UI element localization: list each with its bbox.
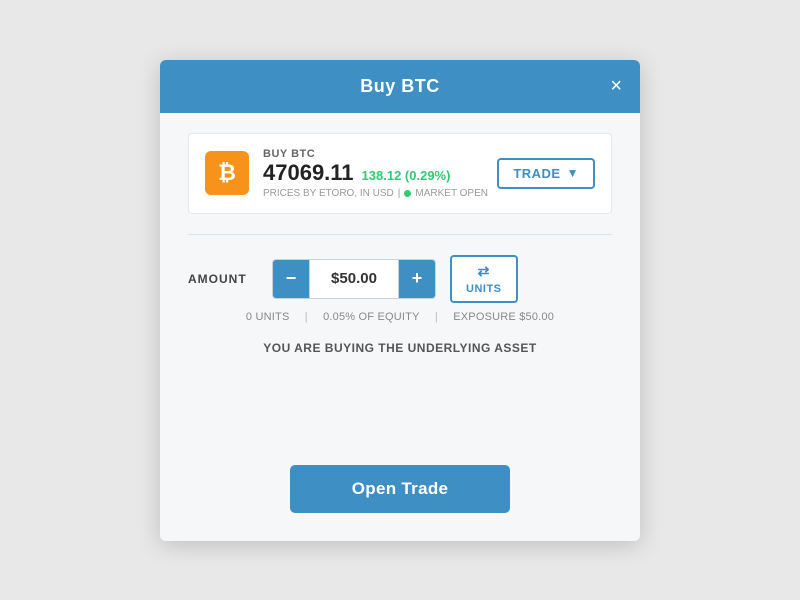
asset-price: 47069.11 (263, 160, 354, 186)
underlying-asset-message: YOU ARE BUYING THE UNDERLYING ASSET (188, 341, 612, 355)
swap-icon: ⇄ (478, 263, 490, 280)
increase-button[interactable]: + (399, 260, 435, 298)
trade-dropdown-label: TRADE (513, 166, 560, 181)
buy-btc-modal: Buy BTC × ₿ BUY BTC 47069.11 138.12 (0.2… (160, 60, 640, 541)
chevron-down-icon: ▼ (567, 166, 579, 180)
btc-icon: ₿ (205, 151, 249, 195)
separator: | (398, 188, 401, 199)
asset-label: BUY BTC (263, 148, 488, 160)
modal-title: Buy BTC (360, 76, 440, 97)
asset-change: 138.12 (0.29%) (362, 168, 451, 183)
asset-row: ₿ BUY BTC 47069.11 138.12 (0.29%) PRICES… (188, 133, 612, 214)
market-open-dot (404, 190, 411, 197)
units-toggle-button[interactable]: ⇄ UNITS (450, 255, 518, 303)
close-button[interactable]: × (610, 76, 622, 96)
modal-body: ₿ BUY BTC 47069.11 138.12 (0.29%) PRICES… (160, 113, 640, 541)
units-label: UNITS (466, 283, 502, 295)
amount-controls: − + (272, 259, 436, 299)
market-status: MARKET OPEN (415, 188, 488, 199)
asset-info: ₿ BUY BTC 47069.11 138.12 (0.29%) PRICES… (205, 148, 488, 199)
prices-by: PRICES BY ETORO, IN USD (263, 188, 394, 199)
amount-input[interactable] (309, 260, 399, 298)
amount-row: AMOUNT − + ⇄ UNITS (188, 255, 612, 303)
asset-meta: PRICES BY ETORO, IN USD | MARKET OPEN (263, 188, 488, 199)
modal-header: Buy BTC × (160, 60, 640, 113)
equity-percent: 0.05% OF EQUITY (323, 311, 420, 323)
empty-area (188, 385, 612, 465)
units-count: 0 UNITS (246, 311, 290, 323)
amount-label: AMOUNT (188, 272, 258, 286)
exposure-amount: EXPOSURE $50.00 (453, 311, 554, 323)
asset-price-row: 47069.11 138.12 (0.29%) (263, 160, 488, 186)
divider (188, 234, 612, 235)
open-trade-button[interactable]: Open Trade (290, 465, 510, 513)
amount-meta: 0 UNITS | 0.05% OF EQUITY | EXPOSURE $50… (188, 311, 612, 323)
decrease-button[interactable]: − (273, 260, 309, 298)
asset-details: BUY BTC 47069.11 138.12 (0.29%) PRICES B… (263, 148, 488, 199)
trade-dropdown[interactable]: TRADE ▼ (497, 158, 595, 189)
